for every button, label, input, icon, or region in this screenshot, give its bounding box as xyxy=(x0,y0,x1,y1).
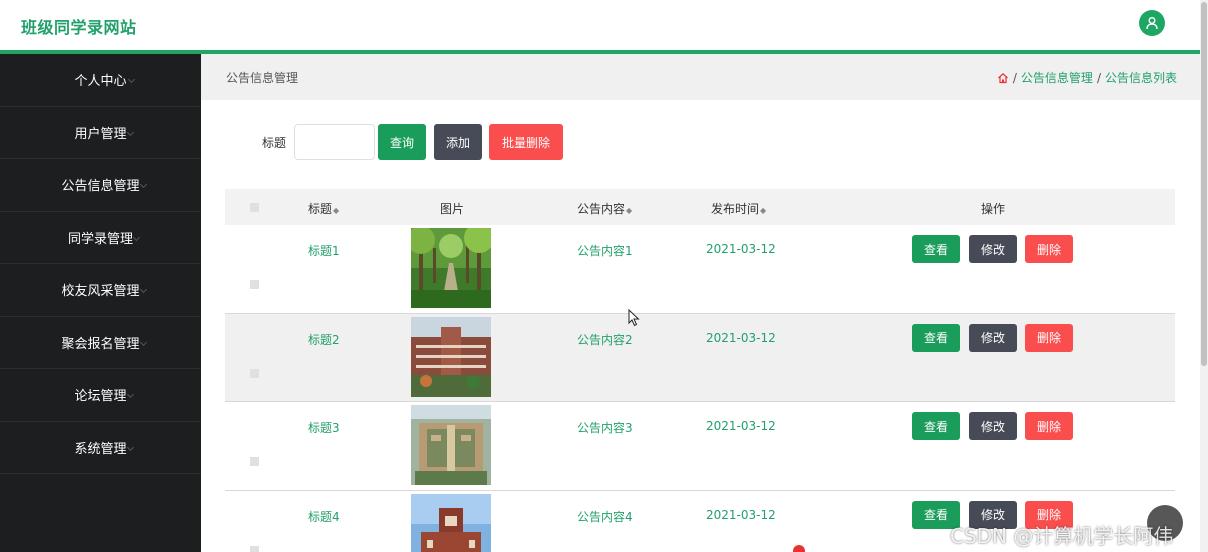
user-icon[interactable] xyxy=(1139,10,1165,36)
row-publish-time: 2021-03-12 xyxy=(706,330,776,345)
row-title: 标题4 xyxy=(308,509,340,524)
table-row: 标题3 公告内容3 2021-03-12 查看 修改 删除 xyxy=(225,402,1175,491)
view-button[interactable]: 查看 xyxy=(912,235,960,263)
sidebar-item-label: 个人中心 xyxy=(74,74,127,90)
sidebar-item-personal-center[interactable]: 个人中心 xyxy=(0,54,201,107)
row-publish-time: 2021-03-12 xyxy=(706,507,776,522)
sidebar-item-label: 系统管理 xyxy=(74,441,127,457)
page-scrollbar[interactable] xyxy=(1200,0,1208,552)
sidebar-item-system-management[interactable]: 系统管理 xyxy=(0,422,201,474)
scrollbar-thumb[interactable] xyxy=(1201,2,1207,366)
sidebar-item-classmates-management[interactable]: 同学录管理 xyxy=(0,212,201,264)
view-button[interactable]: 查看 xyxy=(912,412,960,440)
breadcrumb-bar: 公告信息管理 / 公告信息管理 / 公告信息列表 xyxy=(201,54,1200,100)
sidebar-item-user-management[interactable]: 用户管理 xyxy=(0,107,201,159)
chevron-down-icon xyxy=(139,181,148,189)
sort-icon[interactable]: ◆ xyxy=(760,206,766,215)
row-publish-time: 2021-03-12 xyxy=(706,242,776,256)
row-content: 公告内容4 xyxy=(577,509,633,524)
title-search-input[interactable] xyxy=(294,124,376,160)
add-button[interactable]: 添加 xyxy=(434,124,483,160)
breadcrumb: / 公告信息管理 / 公告信息列表 xyxy=(997,69,1177,86)
table-row: 标题1 公告内容1 2021-03-12 查看 修改 删除 xyxy=(225,225,1175,314)
sidebar-item-announcement-management[interactable]: 公告信息管理 xyxy=(0,159,201,212)
column-header-content[interactable]: 公告内容◆ xyxy=(577,200,632,217)
column-header-publish-time[interactable]: 发布时间◆ xyxy=(711,200,766,217)
sort-icon[interactable]: ◆ xyxy=(333,206,339,215)
announcement-table: 标题◆ 图片 公告内容◆ 发布时间◆ 操作 标题1 公告内容1 2021-03-… xyxy=(225,189,1175,552)
chevron-down-icon xyxy=(126,128,135,136)
row-title: 标题2 xyxy=(308,332,340,347)
column-header-actions: 操作 xyxy=(981,202,1006,216)
row-publish-time: 2021-03-12 xyxy=(706,419,776,433)
chevron-down-icon xyxy=(126,391,135,399)
sidebar-item-alumni-management[interactable]: 校友风采管理 xyxy=(0,264,201,317)
sidebar: 个人中心 用户管理 公告信息管理 同学录管理 校友风采管理 聚会报名管理 论坛管… xyxy=(0,54,201,552)
mouse-cursor-icon xyxy=(628,309,640,327)
sidebar-item-forum-management[interactable]: 论坛管理 xyxy=(0,369,201,422)
edit-button[interactable]: 修改 xyxy=(969,412,1017,440)
site-title[interactable]: 班级同学录网站 xyxy=(21,14,137,38)
chevron-down-icon xyxy=(139,338,148,346)
edit-button[interactable]: 修改 xyxy=(969,235,1017,263)
row-checkbox[interactable] xyxy=(250,545,259,552)
row-title: 标题1 xyxy=(308,244,340,258)
bulk-delete-button[interactable]: 批量删除 xyxy=(489,124,564,160)
delete-button[interactable]: 删除 xyxy=(1025,323,1073,352)
breadcrumb-item[interactable]: 公告信息管理 xyxy=(1021,69,1093,86)
row-checkbox[interactable] xyxy=(250,280,259,289)
announcement-image[interactable] xyxy=(411,405,491,485)
title-label: 标题 xyxy=(262,135,287,150)
column-label: 标题 xyxy=(308,202,333,216)
chevron-down-icon xyxy=(126,443,135,451)
column-header-image: 图片 xyxy=(440,202,465,216)
row-content: 公告内容2 xyxy=(577,332,633,347)
sidebar-item-label: 校友风采管理 xyxy=(61,284,140,300)
watermark: CSDN @计算机学长阿伟 xyxy=(950,524,1174,548)
sidebar-item-reunion-management[interactable]: 聚会报名管理 xyxy=(0,317,201,369)
page-title: 公告信息管理 xyxy=(226,71,299,85)
edit-button[interactable]: 修改 xyxy=(969,323,1017,352)
search-form: 标题 查询 添加 批量删除 xyxy=(262,124,564,160)
select-all-checkbox[interactable] xyxy=(250,203,259,212)
sidebar-item-label: 论坛管理 xyxy=(74,389,127,405)
table-row: 标题2 公告内容2 2021-03-12 查看 修改 删除 xyxy=(225,313,1175,402)
chevron-down-icon xyxy=(127,76,136,84)
breadcrumb-item[interactable]: 公告信息列表 xyxy=(1105,69,1177,86)
announcement-image[interactable] xyxy=(411,493,491,552)
announcement-image[interactable] xyxy=(411,316,491,397)
chevron-down-icon xyxy=(139,286,148,294)
row-content: 公告内容3 xyxy=(577,421,633,435)
column-label: 公告内容 xyxy=(577,202,626,216)
sidebar-item-label: 同学录管理 xyxy=(67,231,133,247)
row-checkbox[interactable] xyxy=(250,457,259,466)
column-label: 发布时间 xyxy=(711,202,760,216)
breadcrumb-separator: / xyxy=(1012,70,1017,85)
notification-dot xyxy=(793,545,805,552)
sidebar-item-label: 用户管理 xyxy=(74,126,127,142)
home-icon[interactable] xyxy=(997,72,1009,84)
sidebar-item-label: 公告信息管理 xyxy=(61,179,140,195)
sidebar-item-label: 聚会报名管理 xyxy=(61,336,140,352)
top-header: 班级同学录网站 xyxy=(0,0,1200,50)
column-header-title[interactable]: 标题◆ xyxy=(308,200,339,217)
table-header: 标题◆ 图片 公告内容◆ 发布时间◆ 操作 xyxy=(225,189,1175,225)
view-button[interactable]: 查看 xyxy=(912,323,960,352)
chevron-down-icon xyxy=(132,233,141,241)
delete-button[interactable]: 删除 xyxy=(1025,412,1073,440)
announcement-image[interactable] xyxy=(411,228,491,308)
sort-icon[interactable]: ◆ xyxy=(626,206,632,215)
row-content: 公告内容1 xyxy=(577,244,633,258)
row-title: 标题3 xyxy=(308,421,340,435)
query-button[interactable]: 查询 xyxy=(378,124,427,160)
delete-button[interactable]: 删除 xyxy=(1025,235,1073,263)
row-checkbox[interactable] xyxy=(250,368,259,378)
breadcrumb-separator: / xyxy=(1096,70,1101,85)
